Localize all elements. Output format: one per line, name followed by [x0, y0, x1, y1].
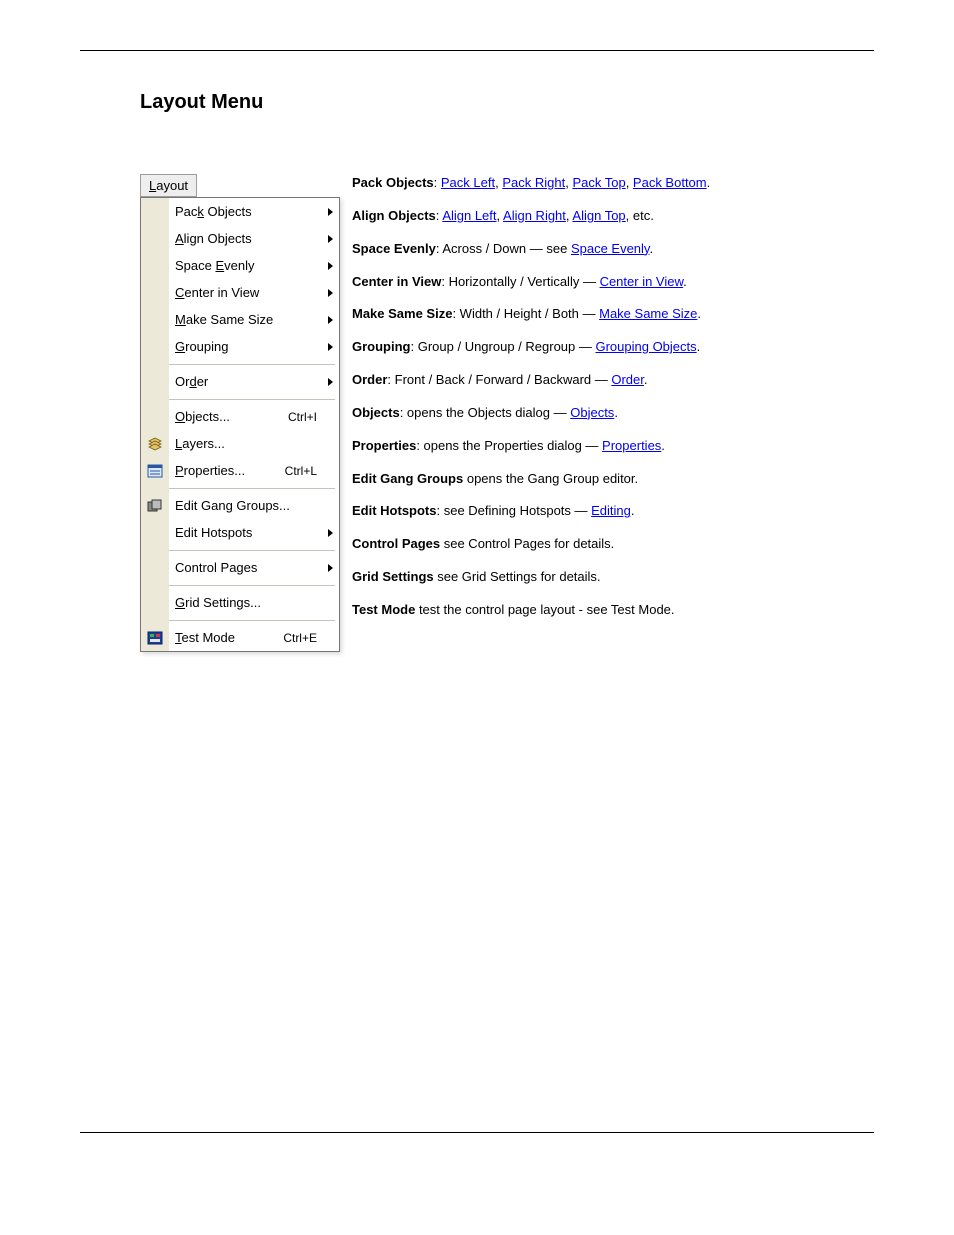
submenu-arrow-icon — [328, 316, 333, 324]
menu-item-label: Space Evenly — [169, 258, 339, 273]
menu-separator — [141, 616, 339, 624]
link-pack-bottom[interactable]: Pack Bottom — [633, 175, 707, 190]
menu-item-layers[interactable]: Layers... — [141, 430, 339, 457]
menu-separator — [141, 581, 339, 589]
submenu-arrow-icon — [328, 289, 333, 297]
desc-edit-hotspots: Edit Hotspots: see Defining Hotspots — E… — [352, 502, 874, 521]
link-objects[interactable]: Objects — [570, 405, 614, 420]
desc-grid-settings: Grid Settings see Grid Settings for deta… — [352, 568, 874, 587]
menu-item-order[interactable]: Order — [141, 368, 339, 395]
desc-space-evenly: Space Evenly: Across / Down — see Space … — [352, 240, 874, 259]
link-pack-top[interactable]: Pack Top — [572, 175, 625, 190]
menu-item-label: Grouping — [169, 339, 339, 354]
link-space-evenly[interactable]: Space Evenly — [571, 241, 650, 256]
link-editing-hotspots[interactable]: Editing — [591, 503, 631, 518]
menu-item-label: Test Mode — [169, 630, 283, 645]
menu-item-space-evenly[interactable]: Space Evenly — [141, 252, 339, 279]
menu-separator — [141, 360, 339, 368]
menu-item-objects[interactable]: Objects...Ctrl+I — [141, 403, 339, 430]
menu-item-make-same-size[interactable]: Make Same Size — [141, 306, 339, 333]
menu-item-center-in-view[interactable]: Center in View — [141, 279, 339, 306]
link-pack-right[interactable]: Pack Right — [502, 175, 565, 190]
submenu-arrow-icon — [328, 235, 333, 243]
desc-objects: Objects: opens the Objects dialog — Obje… — [352, 404, 874, 423]
menu-shortcut: Ctrl+I — [288, 410, 339, 424]
menu-shortcut: Ctrl+E — [283, 631, 339, 645]
menu-separator — [141, 546, 339, 554]
desc-pack-objects: Pack Objects: Pack Left, Pack Right, Pac… — [352, 174, 874, 193]
link-order[interactable]: Order — [611, 372, 644, 387]
desc-grouping: Grouping: Group / Ungroup / Regroup — Gr… — [352, 338, 874, 357]
desc-control-pages: Control Pages see Control Pages for deta… — [352, 535, 874, 554]
menu-item-label: Order — [169, 374, 339, 389]
link-align-right[interactable]: Align Right — [503, 208, 566, 223]
blank-icon — [141, 225, 169, 252]
link-pack-left[interactable]: Pack Left — [441, 175, 495, 190]
blank-icon — [141, 368, 169, 395]
menu-item-label: Pack Objects — [169, 204, 339, 219]
menu-item-control-pages[interactable]: Control Pages — [141, 554, 339, 581]
link-align-top[interactable]: Align Top — [572, 208, 625, 223]
menu-separator — [141, 395, 339, 403]
submenu-arrow-icon — [328, 262, 333, 270]
desc-make-same-size: Make Same Size: Width / Height / Both — … — [352, 305, 874, 324]
descriptions: Pack Objects: Pack Left, Pack Right, Pac… — [340, 174, 874, 634]
blank-icon — [141, 306, 169, 333]
top-rule — [80, 50, 874, 51]
menu-item-label: Control Pages — [169, 560, 339, 575]
menu-item-edit-hotspots[interactable]: Edit Hotspots — [141, 519, 339, 546]
blank-icon — [141, 198, 169, 225]
menu-item-edit-gang-groups[interactable]: Edit Gang Groups... — [141, 492, 339, 519]
link-grouping[interactable]: Grouping Objects — [595, 339, 696, 354]
menu-separator — [141, 484, 339, 492]
menu-item-pack-objects[interactable]: Pack Objects — [141, 198, 339, 225]
menu-item-label: Make Same Size — [169, 312, 339, 327]
blank-icon — [141, 519, 169, 546]
link-properties[interactable]: Properties — [602, 438, 661, 453]
desc-center-in-view: Center in View: Horizontally / Verticall… — [352, 273, 874, 292]
blank-icon — [141, 333, 169, 360]
test-icon — [141, 624, 169, 651]
section-title: Layout Menu — [140, 91, 874, 114]
desc-order: Order: Front / Back / Forward / Backward… — [352, 371, 874, 390]
link-make-same-size[interactable]: Make Same Size — [599, 306, 697, 321]
menu-item-label: Edit Hotspots — [169, 525, 339, 540]
menu-item-label: Align Objects — [169, 231, 339, 246]
menu-item-align-objects[interactable]: Align Objects — [141, 225, 339, 252]
blank-icon — [141, 589, 169, 616]
menu-shortcut: Ctrl+L — [285, 464, 339, 478]
submenu-arrow-icon — [328, 343, 333, 351]
blank-icon — [141, 403, 169, 430]
blank-icon — [141, 554, 169, 581]
menu-item-label: Grid Settings... — [169, 595, 339, 610]
menu-item-label: Objects... — [169, 409, 288, 424]
props-icon — [141, 457, 169, 484]
desc-properties: Properties: opens the Properties dialog … — [352, 437, 874, 456]
desc-edit-gang-groups: Edit Gang Groups opens the Gang Group ed… — [352, 470, 874, 489]
layout-menu: Layout Pack Objects Align Objects Space Ev… — [140, 174, 340, 652]
link-center-in-view[interactable]: Center in View — [600, 274, 684, 289]
desc-test-mode: Test Mode test the control page layout -… — [352, 601, 874, 620]
submenu-arrow-icon — [328, 529, 333, 537]
link-align-left[interactable]: Align Left — [442, 208, 496, 223]
menu-item-label: Layers... — [169, 436, 339, 451]
menu-item-label: Center in View — [169, 285, 339, 300]
gang-icon — [141, 492, 169, 519]
desc-align-objects: Align Objects: Align Left, Align Right, … — [352, 207, 874, 226]
blank-icon — [141, 279, 169, 306]
menu-header[interactable]: Layout — [140, 174, 197, 197]
menu-item-properties[interactable]: Properties...Ctrl+L — [141, 457, 339, 484]
menu-item-test-mode[interactable]: Test ModeCtrl+E — [141, 624, 339, 651]
layers-icon — [141, 430, 169, 457]
menu-item-grouping[interactable]: Grouping — [141, 333, 339, 360]
menu-item-grid-settings[interactable]: Grid Settings... — [141, 589, 339, 616]
menu-item-label: Properties... — [169, 463, 285, 478]
menu-item-label: Edit Gang Groups... — [169, 498, 339, 513]
submenu-arrow-icon — [328, 378, 333, 386]
bottom-rule — [80, 1132, 874, 1133]
submenu-arrow-icon — [328, 208, 333, 216]
blank-icon — [141, 252, 169, 279]
submenu-arrow-icon — [328, 564, 333, 572]
